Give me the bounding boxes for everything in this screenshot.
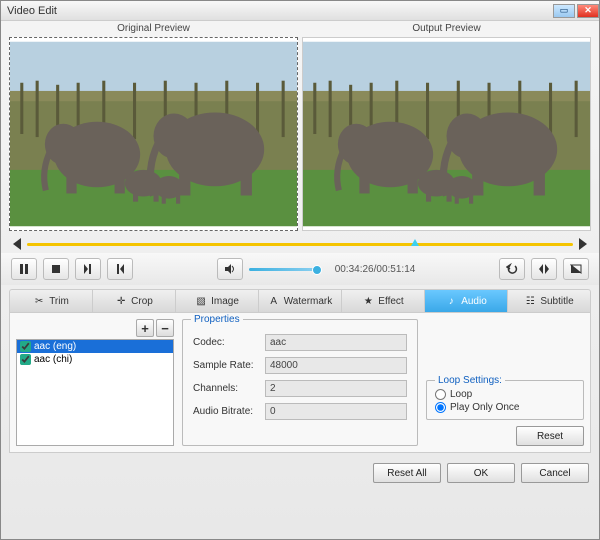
loop-radio[interactable] bbox=[435, 389, 446, 400]
output-preview[interactable] bbox=[302, 37, 591, 231]
original-preview-image bbox=[10, 38, 297, 230]
reset-button[interactable]: Reset bbox=[516, 426, 584, 446]
original-preview[interactable] bbox=[9, 37, 298, 231]
timeline-start-marker[interactable] bbox=[13, 238, 21, 250]
audio-panel: + − aac (eng) aac (chi) Properties Codec… bbox=[9, 313, 591, 453]
pause-button[interactable] bbox=[11, 258, 37, 280]
subtitle-icon: ☷ bbox=[524, 295, 536, 307]
loop-label: Loop bbox=[450, 389, 472, 400]
markout-button[interactable] bbox=[107, 258, 133, 280]
loop-radio-row[interactable]: Loop bbox=[435, 389, 575, 400]
star-icon: ★ bbox=[362, 295, 374, 307]
remove-track-button[interactable]: − bbox=[156, 319, 174, 337]
track-checkbox[interactable] bbox=[20, 354, 31, 365]
tab-crop[interactable]: ✛ Crop bbox=[93, 290, 176, 312]
codec-label: Codec: bbox=[193, 337, 265, 348]
tab-trim[interactable]: ✂ Trim bbox=[10, 290, 93, 312]
music-icon: ♪ bbox=[445, 295, 457, 307]
scissors-icon: ✂ bbox=[33, 295, 45, 307]
markin-button[interactable] bbox=[75, 258, 101, 280]
tab-image[interactable]: ▧ Image bbox=[176, 290, 259, 312]
tab-trim-label: Trim bbox=[49, 296, 69, 307]
original-preview-label: Original Preview bbox=[9, 23, 298, 37]
playonce-label: Play Only Once bbox=[450, 402, 519, 413]
playonce-radio[interactable] bbox=[435, 402, 446, 413]
loop-settings-group: Loop Settings: Loop Play Only Once bbox=[426, 380, 584, 420]
volume-button[interactable] bbox=[217, 258, 243, 280]
timecode: 00:34:26/00:51:14 bbox=[335, 264, 416, 275]
playback-controls: 00:34:26/00:51:14 bbox=[1, 253, 599, 285]
codec-field[interactable] bbox=[265, 334, 407, 351]
list-item[interactable]: aac (chi) bbox=[17, 353, 173, 366]
tab-subtitle[interactable]: ☷ Subtitle bbox=[508, 290, 590, 312]
video-edit-window: Video Edit ▭ ✕ Original Preview bbox=[0, 0, 600, 540]
list-item[interactable]: aac (eng) bbox=[17, 340, 173, 353]
timeline[interactable] bbox=[13, 237, 587, 251]
tab-effect[interactable]: ★ Effect bbox=[342, 290, 425, 312]
cancel-button[interactable]: Cancel bbox=[521, 463, 589, 483]
track-label: aac (eng) bbox=[34, 341, 76, 352]
properties-group: Properties Codec: Sample Rate: Channels:… bbox=[182, 319, 418, 446]
track-checkbox[interactable] bbox=[20, 341, 31, 352]
minimize-button[interactable]: ▭ bbox=[553, 4, 575, 18]
text-icon: A bbox=[268, 295, 280, 307]
tab-audio-label: Audio bbox=[461, 296, 487, 307]
bitrate-label: Audio Bitrate: bbox=[193, 406, 265, 417]
timeline-track[interactable] bbox=[27, 243, 573, 246]
tab-effect-label: Effect bbox=[378, 296, 403, 307]
tab-crop-label: Crop bbox=[131, 296, 153, 307]
ok-button[interactable]: OK bbox=[447, 463, 515, 483]
fliph-button[interactable] bbox=[531, 258, 557, 280]
loop-legend: Loop Settings: bbox=[435, 375, 505, 386]
tab-image-label: Image bbox=[211, 296, 239, 307]
tab-watermark-label: Watermark bbox=[284, 296, 333, 307]
crop-icon: ✛ bbox=[115, 295, 127, 307]
close-button[interactable]: ✕ bbox=[577, 4, 599, 18]
stop-button[interactable] bbox=[43, 258, 69, 280]
footer-buttons: Reset All OK Cancel bbox=[1, 459, 599, 491]
track-label: aac (chi) bbox=[34, 354, 72, 365]
undo-button[interactable] bbox=[499, 258, 525, 280]
add-track-button[interactable]: + bbox=[136, 319, 154, 337]
playonce-radio-row[interactable]: Play Only Once bbox=[435, 402, 575, 413]
timeline-playhead[interactable] bbox=[415, 239, 416, 249]
window-title: Video Edit bbox=[7, 5, 551, 17]
samplerate-label: Sample Rate: bbox=[193, 360, 265, 371]
tab-subtitle-label: Subtitle bbox=[540, 296, 573, 307]
channels-field[interactable] bbox=[265, 380, 407, 397]
volume-slider[interactable] bbox=[249, 268, 319, 271]
flipv-button[interactable] bbox=[563, 258, 589, 280]
titlebar: Video Edit ▭ ✕ bbox=[1, 1, 599, 21]
output-preview-label: Output Preview bbox=[302, 23, 591, 37]
timeline-end-marker[interactable] bbox=[579, 238, 587, 250]
tab-bar: ✂ Trim ✛ Crop ▧ Image A Watermark ★ Effect ♪ A… bbox=[9, 289, 591, 313]
samplerate-field[interactable] bbox=[265, 357, 407, 374]
properties-legend: Properties bbox=[191, 314, 243, 325]
tab-audio[interactable]: ♪ Audio bbox=[425, 290, 508, 312]
output-preview-image bbox=[303, 38, 590, 230]
audio-track-list[interactable]: aac (eng) aac (chi) bbox=[16, 339, 174, 446]
resetall-button[interactable]: Reset All bbox=[373, 463, 441, 483]
image-icon: ▧ bbox=[195, 295, 207, 307]
channels-label: Channels: bbox=[193, 383, 265, 394]
tab-watermark[interactable]: A Watermark bbox=[259, 290, 342, 312]
bitrate-field[interactable] bbox=[265, 403, 407, 420]
